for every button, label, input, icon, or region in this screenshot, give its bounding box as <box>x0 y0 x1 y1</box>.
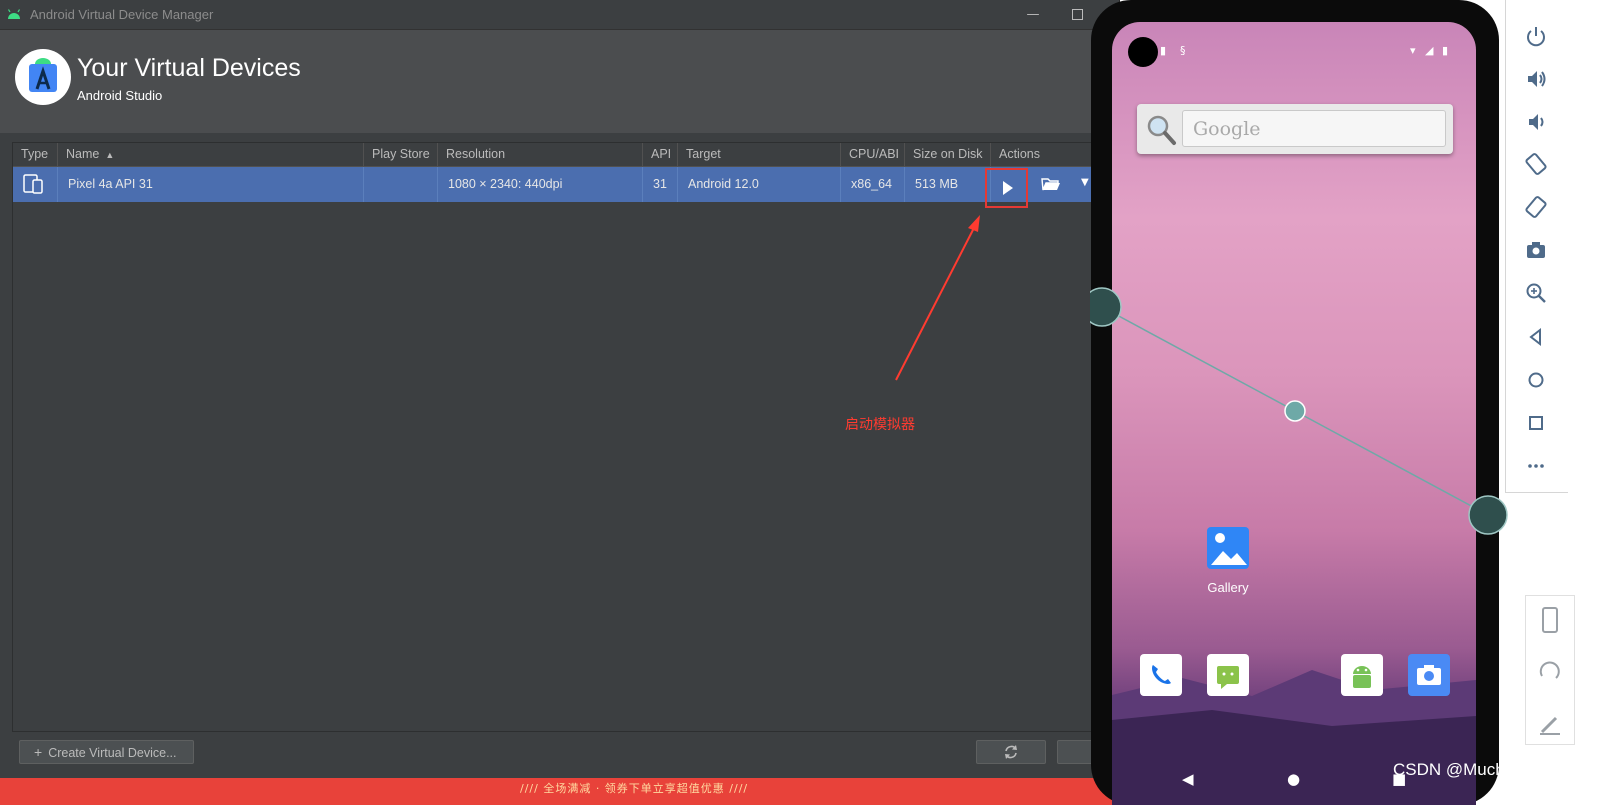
annotation-label: 启动模拟器 <box>845 417 915 433</box>
android-studio-logo <box>15 49 71 105</box>
refresh-button[interactable] <box>976 740 1046 764</box>
column-header-name[interactable]: Name ▲ <box>58 143 364 167</box>
gallery-app-icon[interactable] <box>1207 527 1249 569</box>
rotate-icon[interactable] <box>1526 648 1574 696</box>
desktop: Android Virtual Device Manager — Your Vi… <box>0 0 1599 805</box>
back-nav-icon[interactable]: ◀ <box>1182 770 1194 788</box>
android-head-icon <box>7 9 21 19</box>
page-title: Your Virtual Devices <box>77 54 301 82</box>
home-nav-icon[interactable]: ● <box>1287 770 1300 788</box>
volume-down-icon[interactable] <box>1522 108 1550 136</box>
play-icon <box>1003 181 1013 195</box>
search-icon <box>1147 115 1176 145</box>
edit-icon[interactable] <box>1526 700 1574 748</box>
ad-banner[interactable]: //// 全场满减 · 领券下单立享超值优惠 //// <box>0 778 1120 805</box>
column-header-cpu-abi[interactable]: CPU/ABI <box>841 143 905 167</box>
screenshot-icon[interactable] <box>1522 236 1550 264</box>
watermark: CSDN @Muchen,... <box>1393 760 1543 779</box>
android-app-icon[interactable] <box>1341 654 1383 696</box>
wifi-icon: ▾ <box>1410 44 1416 57</box>
create-button-label: Create Virtual Device... <box>48 746 177 760</box>
cpu-abi-cell: x86_64 <box>841 167 905 202</box>
sort-ascending-icon: ▲ <box>105 150 115 160</box>
phone-tablet-icon <box>23 174 43 194</box>
column-header-api[interactable]: API <box>643 143 678 167</box>
google-search-widget[interactable]: Google <box>1137 104 1453 154</box>
signal-icon: ◢ <box>1425 44 1434 57</box>
camera-app-icon[interactable] <box>1408 654 1450 696</box>
gallery-label: Gallery <box>1207 580 1249 595</box>
folder-open-icon[interactable] <box>1040 175 1062 193</box>
secondary-toolbar <box>1525 595 1575 745</box>
front-camera <box>1128 37 1158 67</box>
column-header-size[interactable]: Size on Disk <box>905 143 991 167</box>
column-header-play-store[interactable]: Play Store <box>364 143 438 167</box>
overview-icon[interactable] <box>1522 409 1550 437</box>
resolution-cell: 1080 × 2340: 440dpi <box>438 167 643 202</box>
android-studio-icon <box>29 58 57 92</box>
api-cell: 31 <box>643 167 678 202</box>
device-icon[interactable] <box>1526 596 1574 644</box>
android-icon <box>1353 666 1371 688</box>
maximize-button[interactable] <box>1063 4 1091 26</box>
header-banner: Your Virtual Devices Android Studio <box>0 30 1119 133</box>
plus-icon: + <box>34 744 43 760</box>
multi-touch-hint <box>1090 287 1508 535</box>
page-subtitle: Android Studio <box>77 88 163 103</box>
table-header: Type Name ▲ Play Store Resolution API Tar… <box>13 143 1119 167</box>
search-label: Google <box>1193 118 1261 140</box>
ad-text: //// 全场满减 · 领券下单立享超值优惠 //// <box>520 782 749 795</box>
window-title: Android Virtual Device Manager <box>30 7 214 22</box>
image-icon <box>1211 533 1247 565</box>
rotate-left-icon[interactable] <box>1522 150 1550 178</box>
messages-app-icon[interactable] <box>1207 654 1249 696</box>
column-header-type[interactable]: Type <box>13 143 58 167</box>
device-type-cell <box>13 167 58 202</box>
search-field[interactable]: Google <box>1182 110 1446 147</box>
device-name-cell: Pixel 4a API 31 <box>58 167 364 202</box>
volume-up-icon[interactable] <box>1522 65 1550 93</box>
minimize-button[interactable]: — <box>1019 4 1047 26</box>
target-cell: Android 12.0 <box>678 167 841 202</box>
power-icon[interactable] <box>1522 22 1550 50</box>
refresh-icon <box>1005 745 1017 759</box>
table-row[interactable]: Pixel 4a API 31 1080 × 2340: 440dpi 31 A… <box>13 167 1119 202</box>
messages-icon <box>1217 666 1239 689</box>
home-icon[interactable] <box>1522 366 1550 394</box>
phone-icon <box>1152 665 1171 684</box>
create-virtual-device-button[interactable]: + Create Virtual Device... <box>19 740 194 764</box>
battery-icon: ▮ <box>1442 44 1449 57</box>
play-store-cell <box>364 167 438 202</box>
zoom-icon[interactable] <box>1522 279 1550 307</box>
sync-icon: § <box>1180 44 1186 57</box>
title-bar: Android Virtual Device Manager — <box>0 0 1119 30</box>
avd-manager-window: Android Virtual Device Manager — Your Vi… <box>0 0 1120 790</box>
column-header-target[interactable]: Target <box>678 143 841 167</box>
sim-card-icon: ▮ <box>1160 44 1167 57</box>
camera-icon <box>1417 665 1441 685</box>
phone-app-icon[interactable] <box>1140 654 1182 696</box>
launch-emulator-button[interactable] <box>985 168 1028 208</box>
maximize-icon <box>1071 9 1083 20</box>
annotation-arrow <box>895 215 980 381</box>
rotate-right-icon[interactable] <box>1522 193 1550 221</box>
more-icon[interactable] <box>1522 452 1550 480</box>
column-header-resolution[interactable]: Resolution <box>438 143 643 167</box>
back-icon[interactable] <box>1522 323 1550 351</box>
size-cell: 513 MB <box>905 167 991 202</box>
